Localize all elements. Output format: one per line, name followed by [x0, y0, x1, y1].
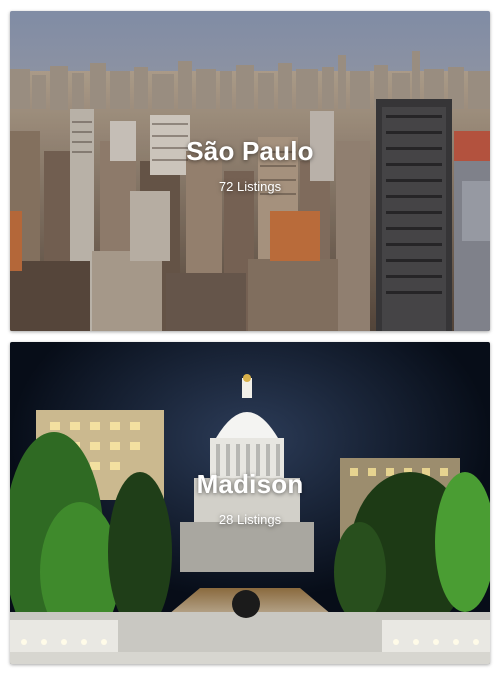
city-card-overlay: Madison 28 Listings [10, 342, 490, 664]
city-name: São Paulo [186, 136, 314, 166]
city-list: São Paulo 72 Listings Madison 28 Listing… [0, 0, 504, 673]
listing-count: 72 Listings [218, 179, 282, 194]
city-name: Madison [196, 469, 304, 499]
city-card-overlay: São Paulo 72 Listings [10, 11, 490, 331]
city-card-madison[interactable]: Madison 28 Listings [10, 342, 490, 664]
listing-count: 28 Listings [218, 512, 282, 527]
city-card-sao-paulo[interactable]: São Paulo 72 Listings [10, 11, 490, 331]
